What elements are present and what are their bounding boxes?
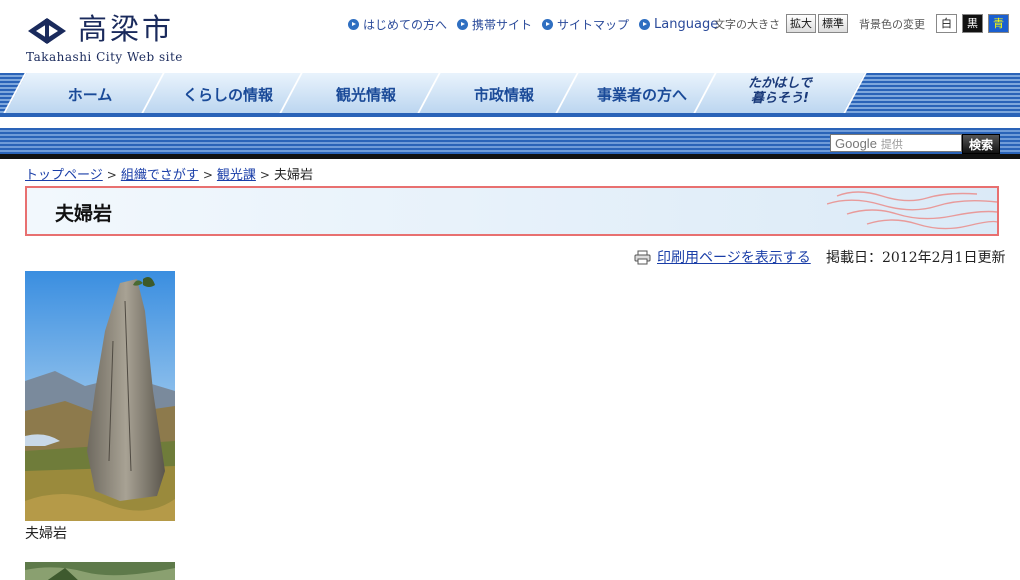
print-page-link[interactable]: 印刷用ページを表示する xyxy=(634,247,811,267)
google-brand: Google xyxy=(835,136,877,151)
search-bar-divider xyxy=(0,154,1020,159)
breadcrumb-separator: > xyxy=(259,168,270,182)
arrow-bullet-icon xyxy=(639,18,651,30)
wave-decoration-icon xyxy=(827,191,997,230)
nav-tab-live-in-takahashi[interactable]: たかはしで 暮らそう! xyxy=(693,73,867,113)
arrow-bullet-icon xyxy=(542,18,554,30)
bg-black-button[interactable]: 黒 xyxy=(962,14,983,33)
link-language[interactable]: Language xyxy=(639,17,718,32)
nav-divider xyxy=(0,113,1020,117)
font-enlarge-button[interactable]: 拡大 xyxy=(786,14,816,33)
breadcrumb-organization[interactable]: 組織でさがす xyxy=(121,168,199,183)
search-input-suffix: 提供 xyxy=(880,138,903,151)
print-page-label[interactable]: 印刷用ページを表示する xyxy=(657,247,811,267)
breadcrumb-separator: > xyxy=(106,168,117,182)
bg-blue-button[interactable]: 青 xyxy=(988,14,1009,33)
page-title: 夫婦岩 xyxy=(55,203,113,225)
bg-white-button[interactable]: 白 xyxy=(936,14,957,33)
bg-color-label: 背景色の変更 xyxy=(859,17,925,31)
arrow-bullet-icon xyxy=(348,18,359,30)
link-first-time[interactable]: はじめての方へ xyxy=(348,16,447,33)
breadcrumb-top[interactable]: トップページ xyxy=(25,168,103,183)
publish-date: 掲載日：2012年2月1日更新 xyxy=(826,250,1006,266)
city-emblem-icon xyxy=(28,18,66,44)
breadcrumb-separator: > xyxy=(202,168,213,182)
bg-color-control: 背景色の変更 白 黒 青 xyxy=(859,14,1009,33)
page-title-box: 夫婦岩 xyxy=(25,186,999,236)
breadcrumb-current: 夫婦岩 xyxy=(273,168,313,183)
site-subtitle: Takahashi City Web site xyxy=(26,50,183,64)
meoto-iwa-photo xyxy=(25,271,175,521)
font-standard-button[interactable]: 標準 xyxy=(818,14,848,33)
site-logo[interactable]: 高梁市 Takahashi City Web site xyxy=(24,12,184,66)
arrow-bullet-icon xyxy=(457,18,469,30)
site-title: 高梁市 xyxy=(78,12,175,46)
second-photo xyxy=(25,562,175,580)
search-button[interactable]: 検索 xyxy=(962,134,1000,154)
font-size-control: 文字の大きさ 拡大 標準 xyxy=(714,14,850,33)
breadcrumb-tourism-dept[interactable]: 観光課 xyxy=(217,168,256,183)
link-mobile-site[interactable]: 携帯サイト xyxy=(457,16,532,33)
breadcrumb: トップページ > 組織でさがす > 観光課 > 夫婦岩 xyxy=(25,164,313,183)
font-size-label: 文字の大きさ xyxy=(714,17,780,31)
search-input[interactable]: Google 提供 xyxy=(830,134,962,152)
utility-links: はじめての方へ 携帯サイト サイトマップ Language xyxy=(348,16,728,32)
photo-caption: 夫婦岩 xyxy=(25,526,67,542)
printer-icon xyxy=(634,250,651,264)
link-sitemap[interactable]: サイトマップ xyxy=(542,16,629,33)
